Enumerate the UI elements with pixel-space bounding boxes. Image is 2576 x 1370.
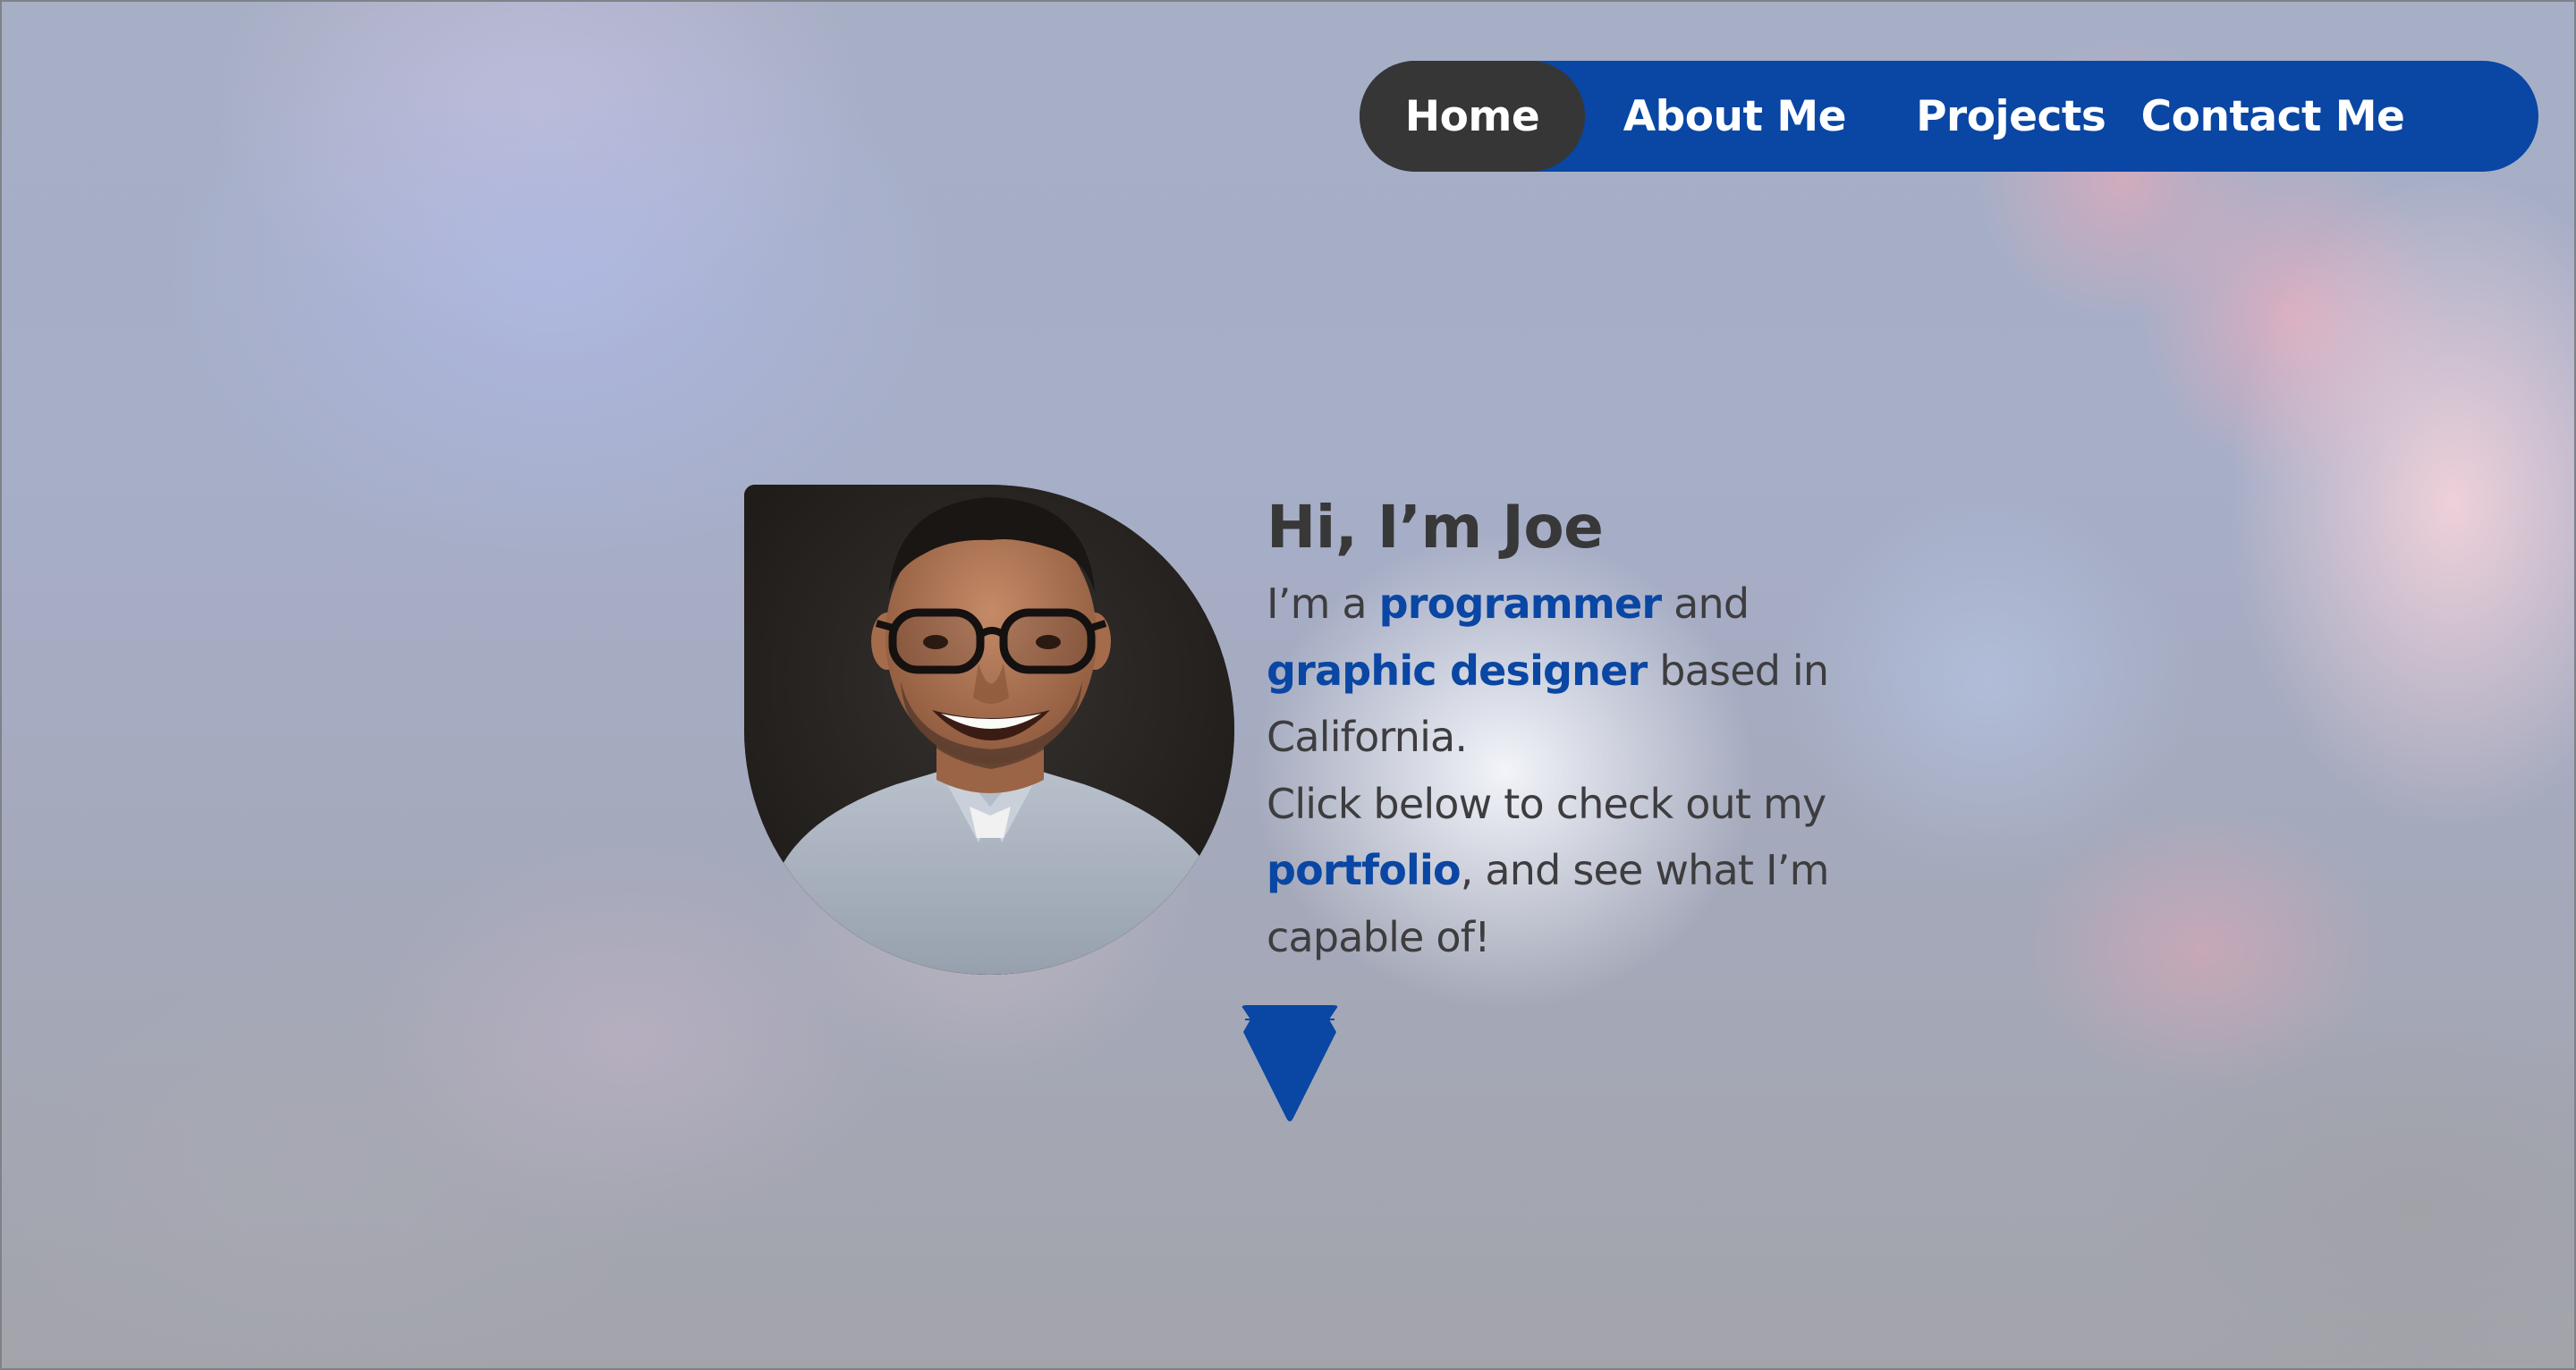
bio-text: Click below to check out my: [1267, 779, 1826, 828]
nav-projects[interactable]: Projects: [1885, 61, 2138, 172]
scroll-down-button[interactable]: [1236, 1005, 1343, 1123]
profile-photo: [744, 485, 1234, 975]
hero-bio: I’m a programmer and graphic designer ba…: [1267, 571, 1839, 970]
nav-about-me[interactable]: About Me: [1585, 61, 1885, 172]
bio-text: and: [1661, 579, 1750, 628]
nav-contact-me[interactable]: Contact Me: [2138, 61, 2538, 172]
bio-highlight-portfolio: portfolio: [1267, 846, 1462, 894]
profile-photo-illustration: [744, 485, 1234, 975]
bio-highlight-graphic-designer: graphic designer: [1267, 646, 1648, 695]
nav-home[interactable]: Home: [1360, 61, 1585, 172]
page-background: Home About Me Projects Contact Me Hi, I’…: [0, 0, 2576, 1370]
main-nav: Home About Me Projects Contact Me: [1360, 61, 2538, 172]
hero-heading: Hi, I’m Joe: [1267, 493, 1604, 562]
bio-text: I’m a: [1267, 579, 1379, 628]
intro-section: Hi, I’m Joe I’m a programmer and graphic…: [1267, 485, 1839, 970]
bio-highlight-programmer: programmer: [1378, 579, 1662, 628]
down-arrow-icon: [1241, 1005, 1338, 1121]
